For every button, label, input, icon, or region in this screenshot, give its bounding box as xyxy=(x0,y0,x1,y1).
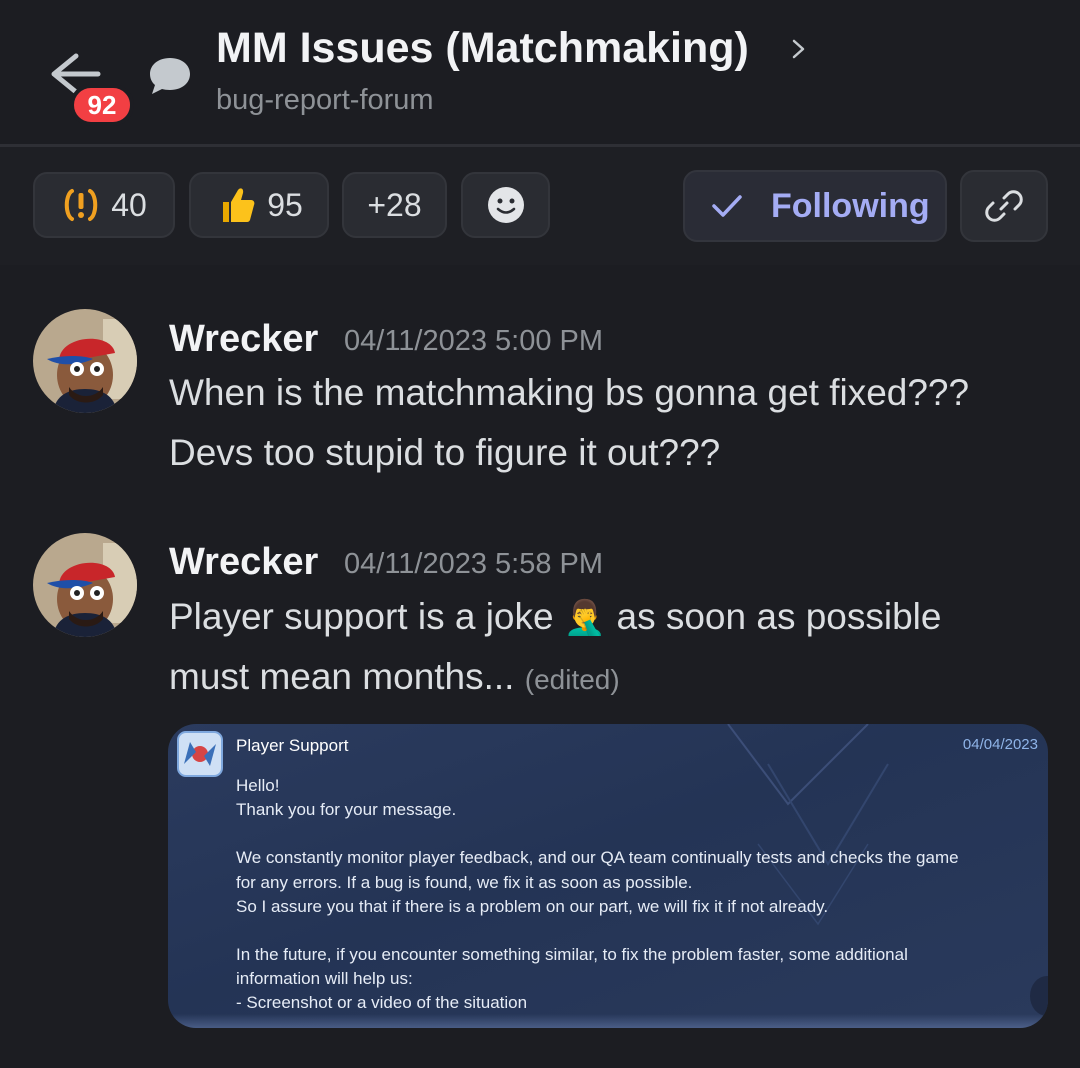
attachment-line: Hello! xyxy=(236,776,280,795)
exclamation-icon xyxy=(64,189,98,221)
chevron-right-icon[interactable] xyxy=(788,34,810,64)
page-title[interactable]: MM Issues (Matchmaking) xyxy=(216,24,749,73)
copy-link-button[interactable] xyxy=(960,170,1048,242)
thread-bubble-icon xyxy=(150,58,190,94)
reaction-exclamation[interactable]: 40 xyxy=(33,172,175,238)
reaction-count: 95 xyxy=(267,186,303,223)
facepalm-emoji: 🤦‍♂️ xyxy=(563,599,607,637)
image-attachment[interactable]: Player Support 04/04/2023 Hello! Thank y… xyxy=(168,724,1048,1028)
attachment-edge xyxy=(168,1014,1048,1028)
add-reaction-button[interactable] xyxy=(461,172,550,238)
attachment-line: We constantly monitor player feedback, a… xyxy=(236,848,959,868)
link-icon xyxy=(985,190,1023,222)
message-text: When is the matchmaking bs gonna get fix… xyxy=(169,372,970,413)
author-name[interactable]: Wrecker xyxy=(169,541,318,584)
more-reactions-button[interactable]: +28 xyxy=(342,172,447,238)
attachment-sender: Player Support xyxy=(236,736,349,755)
reaction-count: 40 xyxy=(111,186,147,223)
message-text-part: must mean months... xyxy=(169,656,515,697)
channel-header: 92 MM Issues (Matchmaking) bug-report-fo… xyxy=(0,0,1080,146)
attachment-line: information will help us: xyxy=(236,969,413,989)
unread-badge: 92 xyxy=(70,84,134,126)
player-support-logo-icon xyxy=(177,731,223,777)
following-label: Following xyxy=(771,186,930,225)
attachment-line: - Screenshot or a video of the situation xyxy=(236,993,528,1013)
message-text-part: Player support is a joke xyxy=(169,596,554,637)
attachment-line: for any errors. If a bug is found, we fi… xyxy=(236,872,693,892)
checkmark-icon xyxy=(712,195,742,217)
attachment-line: So I assure you that if there is a probl… xyxy=(236,896,829,916)
following-button[interactable]: Following xyxy=(683,170,947,242)
message-text: Devs too stupid to figure it out??? xyxy=(169,432,721,473)
thumbs-up-icon xyxy=(223,188,255,222)
attachment-line: In the future, if you encounter somethin… xyxy=(236,945,908,965)
author-name[interactable]: Wrecker xyxy=(169,318,318,361)
attachment-body: Hello! Thank you for your message. We co… xyxy=(236,774,1036,1016)
user-avatar-image xyxy=(33,533,137,637)
attachment-date: 04/04/2023 xyxy=(962,736,1038,753)
message-text-part: as soon as possible xyxy=(616,596,942,637)
channel-name[interactable]: bug-report-forum xyxy=(216,84,434,117)
avatar[interactable] xyxy=(33,533,137,637)
timestamp: 04/11/2023 5:00 PM xyxy=(344,325,604,357)
attachment-spacer xyxy=(236,822,1036,846)
attachment-spacer xyxy=(236,919,1036,943)
timestamp: 04/11/2023 5:58 PM xyxy=(344,548,604,580)
user-avatar-image xyxy=(33,309,137,413)
avatar[interactable] xyxy=(33,309,137,413)
attachment-line: Thank you for your message. xyxy=(236,800,457,820)
message-text: must mean months... (edited) xyxy=(169,656,620,698)
reaction-thumbs-up[interactable]: 95 xyxy=(189,172,329,238)
message-text: Player support is a joke 🤦‍♂️ as soon as… xyxy=(169,596,941,638)
smiley-icon xyxy=(487,187,524,223)
edited-indicator: (edited) xyxy=(524,664,620,695)
more-reactions-label: +28 xyxy=(367,186,422,223)
